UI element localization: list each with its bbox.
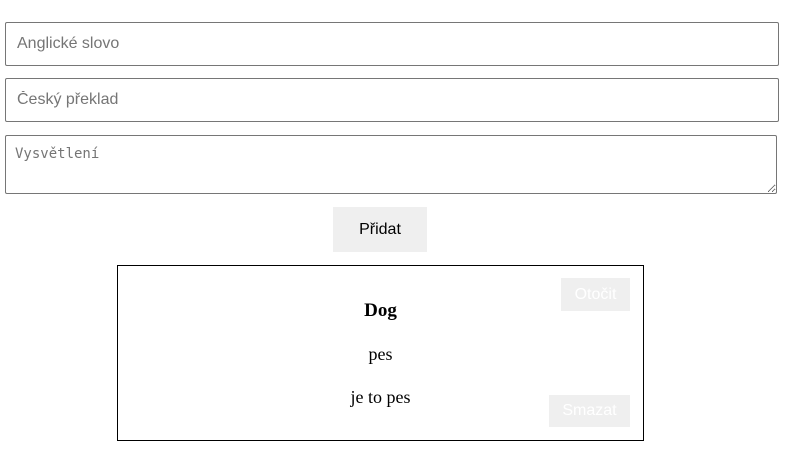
delete-button[interactable]: Smazat xyxy=(549,395,630,427)
english-word-input[interactable] xyxy=(5,22,779,66)
explanation-textarea[interactable] xyxy=(5,135,777,194)
czech-translation-input[interactable] xyxy=(5,78,779,122)
flashcard: Dog pes je to pes Otočit Smazat xyxy=(117,265,644,441)
add-button[interactable]: Přidat xyxy=(333,207,427,252)
card-translation: pes xyxy=(368,344,393,364)
flip-button[interactable]: Otočit xyxy=(561,278,630,311)
